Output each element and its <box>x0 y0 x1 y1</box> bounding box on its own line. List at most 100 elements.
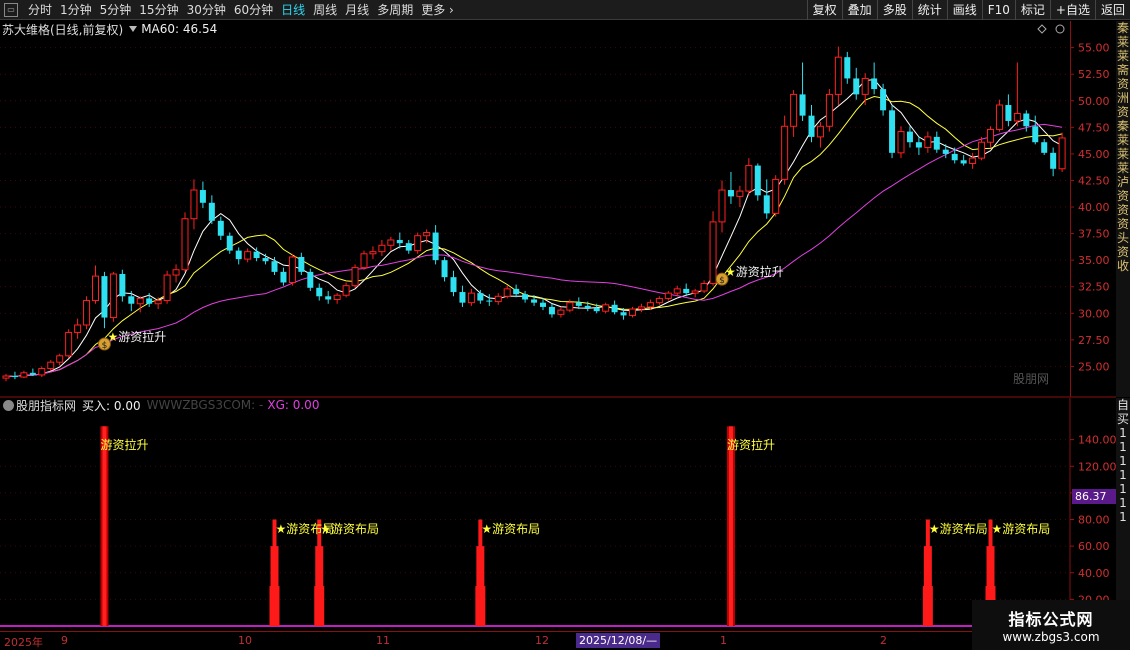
indicator-sidebar-item[interactable]: 1 <box>1116 454 1130 468</box>
candle-body <box>513 288 520 295</box>
candle-body <box>709 221 717 285</box>
date-label: 12 <box>535 634 549 647</box>
candle-body <box>691 290 699 294</box>
indicator-sidebar-item[interactable]: 1 <box>1116 482 1130 496</box>
candle-body <box>494 295 502 303</box>
candle-body <box>226 235 233 251</box>
candle-body <box>825 93 833 127</box>
sidebar-tab[interactable]: 资 <box>1116 245 1130 259</box>
candle-body <box>915 142 922 148</box>
settings-circle-icon <box>1055 24 1065 34</box>
candle-body <box>861 77 869 95</box>
sidebar-tab[interactable]: 头 <box>1116 231 1130 245</box>
sidebar-tab[interactable]: 泸 <box>1116 175 1130 189</box>
date-label: 11 <box>376 634 390 647</box>
candle-body <box>288 256 296 283</box>
indicator-bar-core <box>102 426 107 626</box>
sidebar-tab[interactable]: 资 <box>1116 189 1130 203</box>
indicator-sidebar-item[interactable]: 自 <box>1116 398 1130 412</box>
candle-body <box>889 110 896 153</box>
buy-value: 买入: 0.00 <box>82 398 141 413</box>
indicator-menu-icon[interactable] <box>3 399 14 411</box>
price-chart[interactable]: 55.0052.5050.0047.5045.0042.5040.0037.50… <box>0 0 1130 650</box>
stock-title[interactable]: 苏大维格(日线,前复权) <box>2 21 123 38</box>
indicator-bar-label: 游资拉升 <box>100 438 149 452</box>
candle-body <box>316 287 323 297</box>
date-label: 2025年 <box>4 636 43 649</box>
indicator-bar-base <box>314 586 325 626</box>
sidebar-tab[interactable]: 收 <box>1116 259 1130 273</box>
candle-body <box>808 115 815 137</box>
sidebar-tab[interactable]: 资 <box>1116 77 1130 91</box>
indicator-sidebar-item[interactable]: 1 <box>1116 510 1130 524</box>
candle-body <box>951 153 958 161</box>
indicator-header: 股朋指标网 买入: 0.00 WWWZBGS3COM: - XG: 0.00 <box>0 397 319 413</box>
indicator-sidebar[interactable]: 自买1111111 <box>1116 398 1130 628</box>
candle-body <box>853 78 860 95</box>
indicator-bar-core <box>728 426 733 626</box>
price-axis <box>1070 21 1116 397</box>
candle-body <box>1023 113 1030 127</box>
sidebar-tab[interactable]: 资 <box>1116 105 1130 119</box>
candle-body <box>65 331 73 357</box>
candle-body <box>119 273 126 297</box>
indicator-tick-label: 120.00 <box>1078 460 1117 473</box>
candle-body <box>754 165 761 196</box>
indicator-sidebar-item[interactable]: 1 <box>1116 426 1130 440</box>
candle-body <box>154 300 162 305</box>
price-panel-header: 苏大维格(日线,前复权) MA60: 46.54 <box>0 21 217 37</box>
sidebar-tab[interactable]: 洲 <box>1116 91 1130 105</box>
right-sidebar-tabs[interactable]: 秦莱莱斋资洲资秦莱莱莱泸资资资头资收 <box>1116 21 1130 397</box>
date-label: 10 <box>238 634 252 647</box>
candle-body <box>745 165 753 192</box>
indicator-name[interactable]: 股朋指标网 <box>16 397 76 414</box>
sidebar-tab[interactable]: 莱 <box>1116 147 1130 161</box>
cursor-date: 2025/12/08/— <box>576 633 661 648</box>
candle-body <box>673 288 681 294</box>
candle-body <box>960 160 967 164</box>
signal-label: ★游资拉升 <box>107 329 167 344</box>
candle-body <box>253 251 260 259</box>
indicator-tick-label: 40.00 <box>1078 567 1110 580</box>
indicator-bar-label: ★游资布局 <box>928 522 988 536</box>
sidebar-tab[interactable]: 莱 <box>1116 161 1130 175</box>
ma60-label: MA60: 46.54 <box>141 22 218 36</box>
candle-body <box>871 78 878 90</box>
sidebar-tab[interactable]: 莱 <box>1116 35 1130 49</box>
indicator-sidebar-item[interactable]: 买 <box>1116 412 1130 426</box>
sidebar-tab[interactable]: 资 <box>1116 217 1130 231</box>
candle-body <box>280 271 287 283</box>
candle-body <box>718 189 726 223</box>
candle-body <box>92 275 99 302</box>
sidebar-tab[interactable]: 资 <box>1116 203 1130 217</box>
candle-body <box>271 261 278 272</box>
signal-label: ★游资拉升 <box>725 265 784 280</box>
sidebar-tab[interactable]: 莱 <box>1116 49 1130 63</box>
candle-body <box>611 304 618 313</box>
candle-body <box>942 149 949 154</box>
candle-body <box>109 273 117 319</box>
candle-body <box>325 296 332 300</box>
candle-body <box>566 302 574 311</box>
candle-body <box>450 277 457 293</box>
sidebar-tab[interactable]: 斋 <box>1116 63 1130 77</box>
candle-body <box>190 189 198 220</box>
sidebar-tab[interactable]: 秦 <box>1116 21 1130 35</box>
candle-body <box>834 56 842 95</box>
sidebar-tab[interactable]: 秦 <box>1116 119 1130 133</box>
indicator-tick-label: 60.00 <box>1078 540 1110 553</box>
candle-body <box>2 375 10 379</box>
candle-body <box>307 271 314 288</box>
candle-body <box>995 104 1003 130</box>
indicator-bar-base <box>475 586 486 626</box>
candle-body <box>763 195 770 214</box>
dropdown-icon[interactable] <box>129 26 138 32</box>
candle-body <box>432 232 439 261</box>
indicator-sidebar-item[interactable]: 1 <box>1116 496 1130 510</box>
indicator-sidebar-item[interactable]: 1 <box>1116 440 1130 454</box>
sidebar-tab[interactable]: 莱 <box>1116 133 1130 147</box>
logo-url: www.zbgs3.com <box>1002 630 1100 644</box>
indicator-sidebar-item[interactable]: 1 <box>1116 468 1130 482</box>
candle-body <box>790 93 798 127</box>
candle-body <box>1005 105 1012 121</box>
